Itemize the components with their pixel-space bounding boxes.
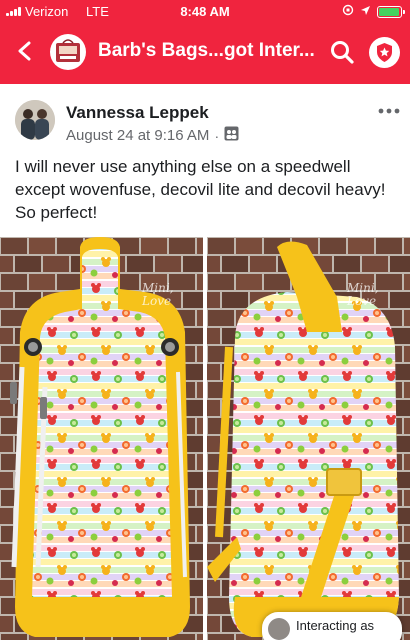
orientation-lock-icon — [342, 4, 354, 19]
battery-level — [379, 7, 399, 16]
group-nav-bar: Barb's Bags...got Inter... — [0, 24, 410, 80]
battery-icon — [377, 5, 405, 18]
page-avatar — [268, 618, 290, 640]
shield-star-icon[interactable] — [369, 37, 400, 68]
post-author-name[interactable]: Vannessa Leppek — [66, 103, 209, 123]
meta-separator: · — [214, 127, 220, 144]
post-photo-right[interactable]: Mini, Love — [207, 237, 410, 640]
more-dots-icon[interactable] — [376, 103, 402, 119]
watermark-left: Mini, Love — [142, 281, 174, 308]
post-date[interactable]: August 24 at 9:16 AM — [66, 127, 209, 144]
post-meta: August 24 at 9:16 AM · — [66, 126, 239, 145]
group-title[interactable]: Barb's Bags...got Inter... — [98, 40, 318, 62]
watermark-right: Mini, Love — [347, 281, 379, 308]
search-icon[interactable] — [325, 35, 359, 69]
author-avatar[interactable] — [15, 100, 55, 140]
top-bar: Verizon LTE 8:48 AM Barb's Bags...got In… — [0, 0, 410, 84]
chevron-left-icon[interactable] — [10, 36, 40, 66]
post-text: I will never use anything else on a spee… — [15, 157, 386, 222]
location-icon — [360, 5, 371, 19]
post-photo-left[interactable]: Mini, Love — [0, 237, 203, 640]
group-avatar[interactable] — [50, 34, 86, 70]
interacting-as-pill[interactable]: Interacting as — [262, 612, 402, 640]
group-audience-icon — [224, 126, 239, 145]
status-bar: Verizon LTE 8:48 AM — [0, 0, 410, 24]
interacting-as-label: Interacting as — [296, 618, 375, 633]
